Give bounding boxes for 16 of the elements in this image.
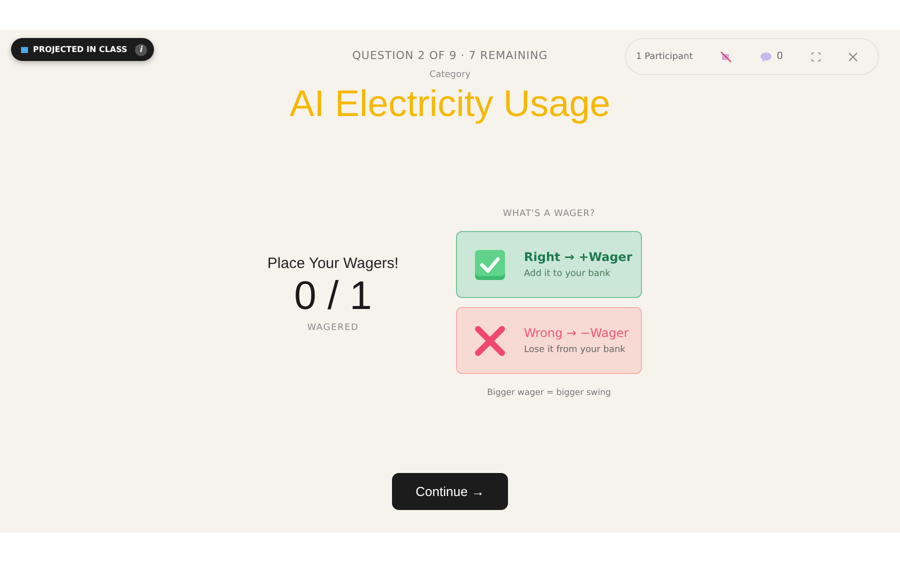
wagered-caption: WAGERED — [307, 322, 359, 332]
card-text: Add it to your bank — [524, 269, 612, 279]
badge-label: PROJECTED IN CLASS — [33, 45, 128, 54]
category-label: Category — [429, 70, 471, 80]
comment-count: 0 — [776, 51, 784, 62]
participant-count: 1 Participant — [636, 52, 693, 62]
category-title: AI Electricity Usage — [290, 83, 610, 125]
wager-footnote: Bigger wager = bigger swing — [487, 388, 611, 398]
continue-button[interactable]: Continue → — [392, 473, 508, 510]
card-title: Right → +Wager — [524, 250, 632, 264]
wagers-title: Place Your Wagers! — [267, 254, 399, 272]
card-text: Lose it from your bank — [524, 345, 626, 355]
card-title: Wrong → −Wager — [524, 326, 629, 340]
info-button[interactable]: i — [135, 44, 148, 56]
explainer-heading: WHAT'S A WAGER? — [502, 209, 596, 219]
wager-count: 0 / 1 — [294, 274, 372, 318]
